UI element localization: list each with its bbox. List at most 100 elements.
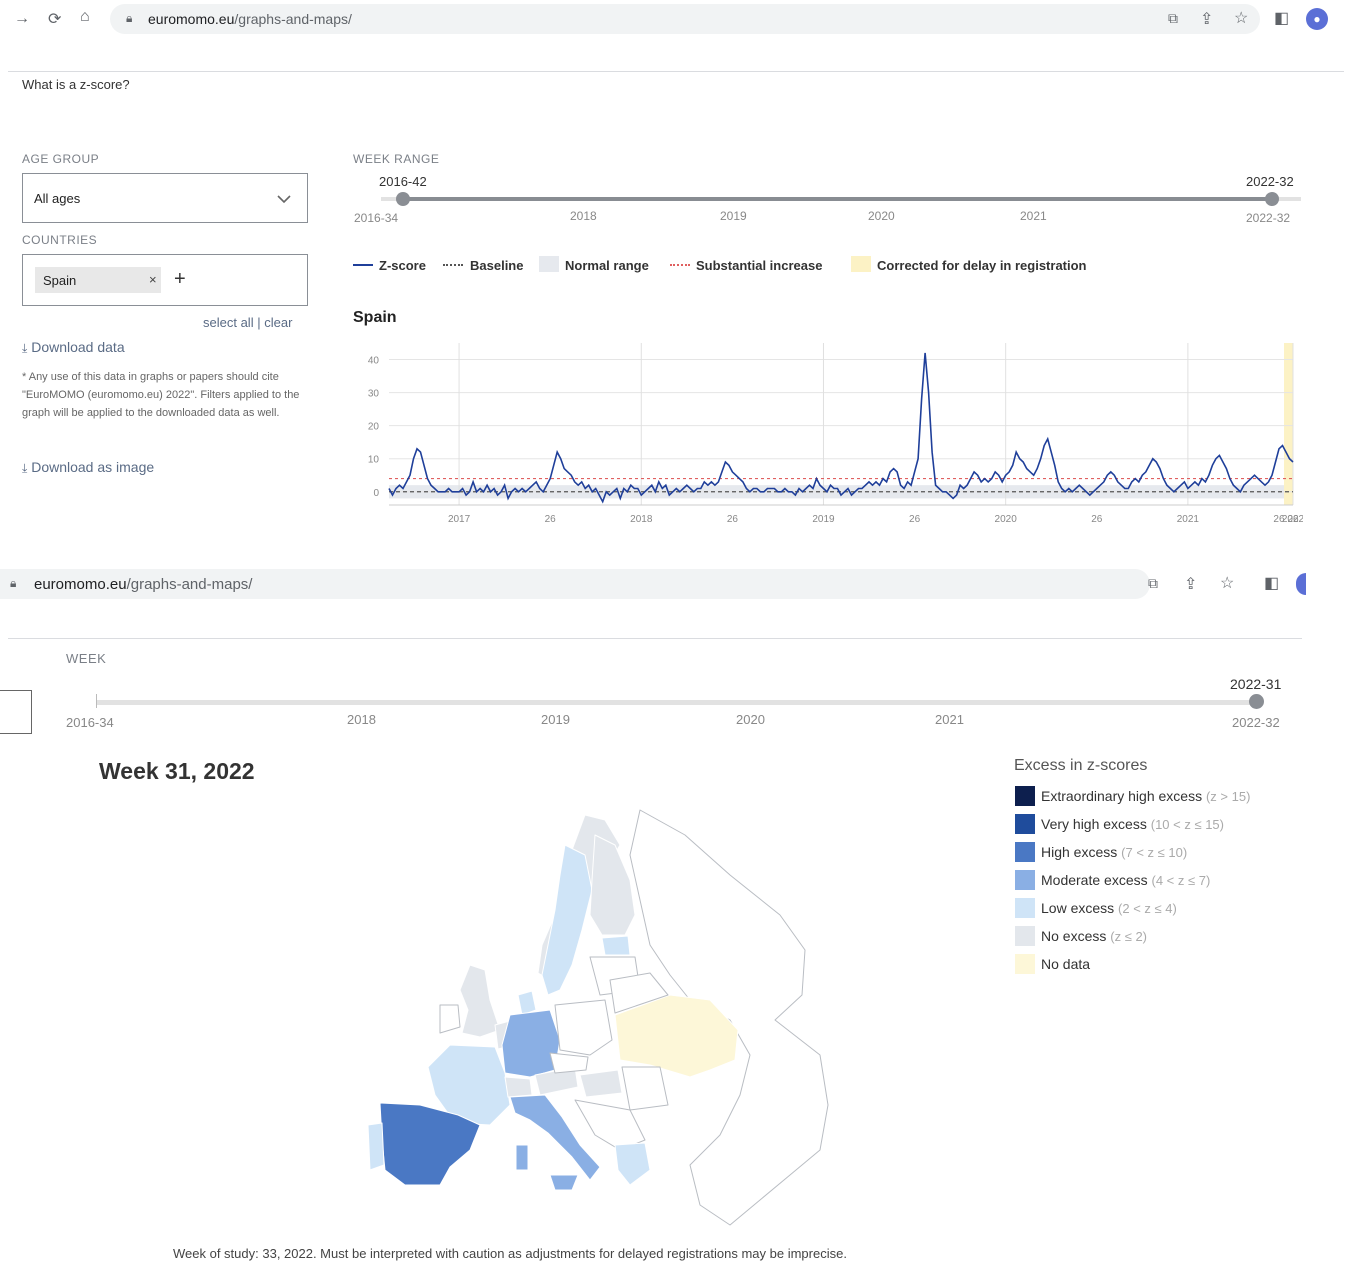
lock-icon: 🔒︎ — [10, 576, 17, 590]
download-data-label: Download data — [31, 339, 125, 355]
legend-entry-label: No data — [1041, 956, 1091, 972]
y-tick-label: 0 — [373, 488, 379, 499]
age-group-select[interactable]: All ages — [22, 173, 308, 223]
share-icon[interactable]: ⇪ — [1200, 9, 1213, 29]
week-label: WEEK — [66, 651, 107, 666]
legend-corrected[interactable]: Corrected for delay in registration — [877, 258, 1087, 273]
map-region-germany[interactable] — [501, 1009, 561, 1078]
map-region-romania[interactable] — [621, 1066, 669, 1111]
slider-end-handle[interactable] — [1265, 192, 1279, 206]
legend-swatch — [1015, 898, 1035, 918]
add-country-icon[interactable]: + — [174, 268, 186, 291]
what-is-zscore-link[interactable]: What is a z-score? — [22, 77, 130, 92]
map-slider-tick: 2021 — [935, 712, 964, 727]
translate-icon[interactable]: ⧉ — [1148, 575, 1158, 592]
legend-swatch — [1015, 926, 1035, 946]
divider — [8, 638, 1302, 639]
x-tick-label: 2021 — [1177, 514, 1200, 525]
legend-swatch — [1015, 954, 1035, 974]
legend-entry-label: Low excess — [1041, 900, 1119, 916]
legend-entry[interactable]: No excess (z ≤ 2) — [1041, 928, 1147, 944]
map-region-denmark[interactable] — [517, 990, 537, 1016]
map-region-sweden[interactable] — [541, 844, 593, 996]
profile-avatar-icon[interactable]: ● — [1306, 8, 1328, 30]
x-tick-label: 26 — [1287, 514, 1299, 525]
y-tick-label: 40 — [368, 356, 380, 367]
download-icon: ⤓ — [22, 341, 28, 355]
map-region-czechia[interactable] — [549, 1052, 589, 1074]
x-tick-label: 2019 — [812, 514, 835, 525]
slider-tick: 2021 — [1020, 209, 1047, 223]
chevron-down-icon — [277, 195, 291, 204]
map-region-finland[interactable] — [589, 834, 636, 936]
select-all-link[interactable]: select all — [203, 315, 254, 330]
legend-entry-label: No excess — [1041, 928, 1111, 944]
slider-start-handle-label: 2016-42 — [379, 174, 427, 189]
legend-entry-label: Very high excess — [1041, 816, 1151, 832]
home-icon[interactable]: ⌂ — [80, 8, 90, 26]
map-region-portugal[interactable] — [367, 1122, 385, 1171]
address-text[interactable]: euromomo.eu/graphs-and-maps/ — [34, 576, 252, 593]
clear-link[interactable]: clear — [264, 315, 292, 330]
slider-max-label: 2022-32 — [1246, 211, 1291, 225]
star-icon[interactable]: ☆ — [1220, 573, 1234, 593]
map-region-sicily[interactable] — [549, 1174, 579, 1191]
remove-tag-icon[interactable]: × — [149, 272, 157, 287]
x-tick-label: 2018 — [630, 514, 653, 525]
download-image-link[interactable]: ⤓ Download as image — [22, 459, 154, 476]
legend-entry-label: Moderate excess — [1041, 872, 1152, 888]
star-icon[interactable]: ☆ — [1234, 8, 1248, 28]
slider-tick: 2018 — [570, 209, 597, 223]
slider-min-label: 2016-34 — [354, 211, 399, 225]
map-region-hungary[interactable] — [579, 1069, 623, 1098]
legend-entry-range: (7 < z ≤ 10) — [1121, 845, 1188, 860]
slider-start-handle[interactable] — [396, 192, 410, 206]
map-slider-handle[interactable] — [1249, 694, 1264, 709]
translate-icon[interactable]: ⧉ — [1168, 10, 1178, 27]
side-panel-icon[interactable]: ◧ — [1264, 573, 1279, 593]
address-text[interactable]: euromomo.eu/graphs-and-maps/ — [148, 11, 352, 27]
europe-map — [367, 809, 829, 1226]
corrected-band — [1284, 343, 1293, 505]
country-tag-label: Spain — [43, 273, 77, 288]
legend-entry[interactable]: Low excess (2 < z ≤ 4) — [1041, 900, 1177, 916]
x-tick-label: 2017 — [448, 514, 471, 525]
legend-entry-range: (10 < z ≤ 15) — [1150, 817, 1224, 832]
legend-entry[interactable]: Very high excess (10 < z ≤ 15) — [1041, 816, 1224, 832]
normal-range-swatch — [539, 256, 559, 272]
legend-swatch — [1015, 870, 1035, 890]
map-slider-tick: 2018 — [347, 712, 376, 727]
map-region-poland[interactable] — [554, 999, 613, 1056]
legend-entry-range: (z ≤ 2) — [1110, 929, 1147, 944]
legend-entry[interactable]: Moderate excess (4 < z ≤ 7) — [1041, 872, 1210, 888]
legend-normal-range[interactable]: Normal range — [565, 258, 649, 273]
download-data-link[interactable]: ⤓ Download data — [22, 339, 125, 356]
legend-entry[interactable]: High excess (7 < z ≤ 10) — [1041, 844, 1187, 860]
map-slider-start-tick — [96, 694, 97, 708]
side-panel-icon[interactable]: ◧ — [1274, 8, 1289, 28]
map-region-greece[interactable] — [614, 1142, 651, 1186]
legend-swatch — [1015, 814, 1035, 834]
zscore-swatch — [353, 264, 373, 266]
legend-baseline[interactable]: Baseline — [470, 258, 523, 273]
forward-arrow-icon[interactable]: → — [14, 10, 30, 28]
map-region-uk[interactable] — [459, 964, 501, 1038]
legend-entry[interactable]: No data — [1041, 956, 1090, 972]
map-region-switzerland[interactable] — [504, 1076, 533, 1098]
legend-zscore[interactable]: Z-score — [379, 258, 426, 273]
map-region-ireland[interactable] — [439, 1004, 461, 1034]
legend-substantial-increase[interactable]: Substantial increase — [696, 258, 822, 273]
x-tick-label: 26 — [545, 514, 557, 525]
profile-avatar-icon[interactable] — [1296, 573, 1306, 595]
legend-entry[interactable]: Extraordinary high excess (z > 15) — [1041, 788, 1250, 804]
reload-icon[interactable]: ⟳ — [48, 9, 61, 29]
slider-tick: 2020 — [868, 209, 895, 223]
map-region-estonia[interactable] — [601, 935, 631, 956]
x-tick-label: 2020 — [995, 514, 1018, 525]
map-region-sardinia[interactable] — [515, 1144, 529, 1171]
map-slider-min-label: 2016-34 — [66, 715, 114, 730]
legend-swatch — [1015, 842, 1035, 862]
share-icon[interactable]: ⇪ — [1184, 574, 1197, 594]
baseline-swatch — [443, 264, 463, 266]
countries-select[interactable]: Spain × + — [22, 254, 308, 306]
